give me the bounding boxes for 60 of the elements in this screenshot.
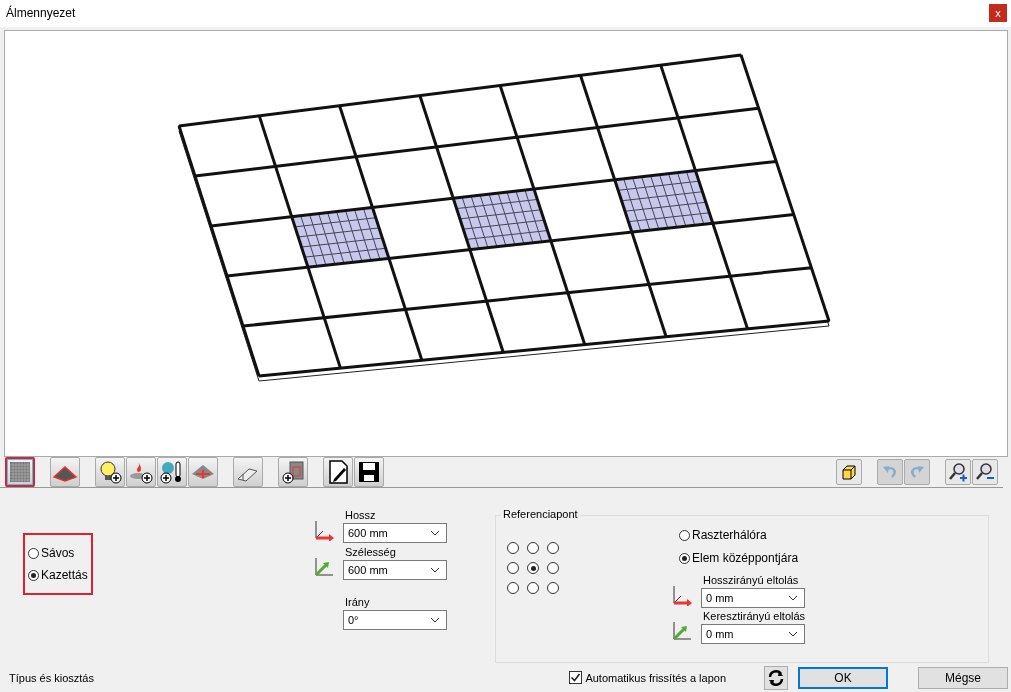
reference-point-radio[interactable] — [547, 582, 559, 595]
window-title: Álmennyezet — [6, 6, 76, 21]
checkmark-icon — [570, 672, 582, 684]
field-label: Keresztirányú eltolás — [702, 610, 806, 623]
dropdown-field[interactable]: 0° — [343, 610, 447, 631]
chevron-down-icon — [430, 567, 440, 574]
reference-point-radio[interactable] — [547, 562, 559, 575]
dropdown-field[interactable]: 0 mm — [701, 624, 805, 645]
toolbar-button[interactable] — [354, 457, 384, 488]
toolbar-button[interactable] — [278, 457, 308, 488]
ok-button[interactable]: OK — [798, 666, 888, 689]
radio-button[interactable] — [679, 552, 690, 564]
reference-point-radio[interactable] — [507, 562, 519, 575]
x-axis-icon — [671, 584, 693, 607]
toolbar-button[interactable] — [126, 457, 156, 488]
zoom-in-button[interactable] — [945, 459, 971, 486]
radio-label: Sávos — [41, 546, 75, 561]
dropdown-field[interactable]: 0 mm — [701, 588, 805, 609]
radio-label: Elem középpontjára — [692, 551, 799, 566]
close-button[interactable]: x — [989, 4, 1007, 23]
chevron-down-icon — [788, 595, 798, 602]
reference-point-radio[interactable] — [527, 542, 539, 555]
refresh-button[interactable] — [764, 665, 788, 690]
checkbox[interactable]: Automatikus frissítés a lapon — [569, 671, 726, 685]
radio-label: Raszterhálóra — [692, 528, 767, 543]
dropdown-field[interactable]: 600 mm — [343, 560, 447, 581]
y-axis-icon — [671, 620, 693, 643]
chevron-down-icon — [430, 617, 440, 624]
chevron-down-icon — [788, 631, 798, 638]
radio-button[interactable] — [679, 529, 690, 541]
reference-point-radio[interactable] — [547, 542, 559, 555]
y-axis-icon — [313, 556, 335, 579]
view-button[interactable] — [836, 459, 862, 486]
radio-button[interactable] — [28, 547, 39, 559]
toolbar-button[interactable] — [323, 457, 353, 488]
toolbar-button[interactable] — [50, 457, 80, 488]
radio-label: Kazettás — [41, 568, 88, 583]
toolbar-button[interactable] — [95, 457, 125, 488]
field-label: Szélesség — [344, 546, 397, 559]
field-label: Irány — [344, 596, 371, 609]
reference-point-radio[interactable] — [507, 542, 519, 555]
lamp-icon — [97, 459, 123, 486]
reference-point-radio[interactable] — [507, 582, 519, 595]
status-text: Típus és kiosztás — [9, 671, 94, 684]
group-title: Referenciapont — [501, 508, 580, 521]
x-axis-icon — [313, 519, 335, 542]
reference-point-radio[interactable] — [527, 582, 539, 595]
toolbar-button[interactable] — [157, 457, 187, 488]
zoom-in-icon — [948, 462, 968, 483]
radio-button[interactable] — [28, 569, 39, 581]
field-label: Hosszirányú eltolás — [702, 574, 800, 587]
chevron-down-icon — [430, 530, 440, 537]
cancel-button[interactable]: Mégse — [918, 666, 1008, 689]
reference-point-radio[interactable] — [527, 562, 539, 575]
panel-icon — [280, 459, 306, 486]
cube-icon — [839, 462, 859, 483]
zoom-out-button[interactable] — [972, 459, 998, 486]
field-label: Hossz — [344, 509, 377, 522]
dropdown-field[interactable]: 600 mm — [343, 523, 447, 544]
refresh-icon — [767, 668, 785, 687]
